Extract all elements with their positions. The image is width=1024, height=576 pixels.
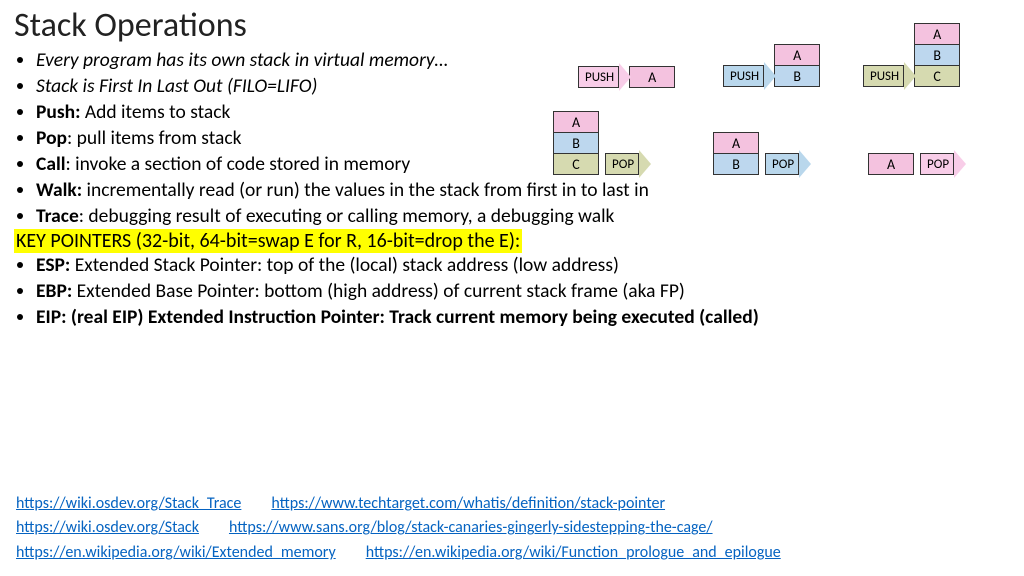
list-item: Trace: debugging result of executing or … [36,204,1024,230]
text: top of the (local) stack address (low ad… [267,253,619,277]
pop-c-diagram: A B C POP [553,111,639,175]
pop-b-diagram: A B POP [713,132,799,175]
link-sans-stack-canaries[interactable]: https://www.sans.org/blog/stack-canaries… [229,516,713,541]
stack-cell: B [713,153,759,175]
pointers-list: ESP: Extended Stack Pointer: top of the … [0,253,1024,331]
push-arrow-icon: PUSH [863,65,904,87]
stack-cell: A [629,66,675,88]
term: Push: [36,100,80,124]
stack-cell: A [868,153,914,175]
stack-box: A B [713,132,759,175]
stack-cell: B [914,44,960,66]
term: Trace [36,204,79,228]
term: EIP: (real EIP) [36,305,148,329]
stack-cell: B [553,132,599,154]
link-wiki-extended-memory[interactable]: https://en.wikipedia.org/wiki/Extended_m… [16,541,336,566]
stack-cell: A [774,44,820,66]
stack-box: A B [774,44,820,87]
push-b-diagram: PUSH A B [723,44,820,87]
list-item: ESP: Extended Stack Pointer: top of the … [36,253,1024,279]
list-item: EIP: (real EIP) Extended Instruction Poi… [36,305,1024,331]
reference-links: https://wiki.osdev.org/Stack_Trace https… [16,492,1008,566]
text: : invoke a section of code stored in mem… [66,152,411,176]
link-osdev-stack-trace[interactable]: https://wiki.osdev.org/Stack_Trace [16,492,241,517]
stack-cell: A [713,132,759,154]
pop-arrow-icon: POP [765,153,799,175]
stack-cell: A [914,23,960,45]
text: Extended Instruction Pointer: Track curr… [148,305,759,329]
text: Stack is First In Last Out (FILO=LIFO) [36,74,317,98]
text: Add items to stack [80,100,230,124]
stack-box: A B C [914,23,960,87]
stack-box: A B C [553,111,599,175]
text: Extended Stack Pointer: [70,253,266,277]
pop-arrow-icon: POP [605,153,639,175]
term: Walk: [36,178,82,202]
term: ESP: [36,253,70,277]
text: : pull items from stack [67,126,241,150]
pop-arrow-icon: POP [920,153,954,175]
key-pointers-heading: KEY POINTERS (32-bit, 64-bit=swap E for … [14,229,522,253]
stack-cell: B [774,65,820,87]
push-c-diagram: PUSH A B C [863,23,960,87]
push-arrow-icon: PUSH [723,65,764,87]
list-item: Walk: incrementally read (or run) the va… [36,178,1024,204]
text: Extended Base Pointer: [72,279,264,303]
link-wiki-function-prologue[interactable]: https://en.wikipedia.org/wiki/Function_p… [366,541,781,566]
push-arrow-icon: PUSH [578,66,619,88]
stack-box: A [868,153,914,175]
text: Every program has its own stack in virtu… [36,48,448,72]
list-item: EBP: Extended Base Pointer: bottom (high… [36,279,1024,305]
text: incrementally read (or run) the values i… [82,178,649,202]
pop-a-diagram: A POP [868,153,954,175]
stack-cell: C [914,65,960,87]
text: bottom (high address) of current stack f… [264,279,685,303]
term: EBP: [36,279,72,303]
stack-diagram-area: PUSH A PUSH A B PUSH A B C A B C POP A B [578,26,1018,176]
link-osdev-stack[interactable]: https://wiki.osdev.org/Stack [16,516,199,541]
stack-cell: A [553,111,599,133]
term: Pop [36,126,67,150]
link-techtarget-stack-pointer[interactable]: https://www.techtarget.com/whatis/defini… [271,492,665,517]
stack-box: A [629,66,675,88]
push-a-diagram: PUSH A [578,66,675,88]
term: Call [36,152,66,176]
text: : debugging result of executing or calli… [79,204,615,228]
stack-cell: C [553,153,599,175]
